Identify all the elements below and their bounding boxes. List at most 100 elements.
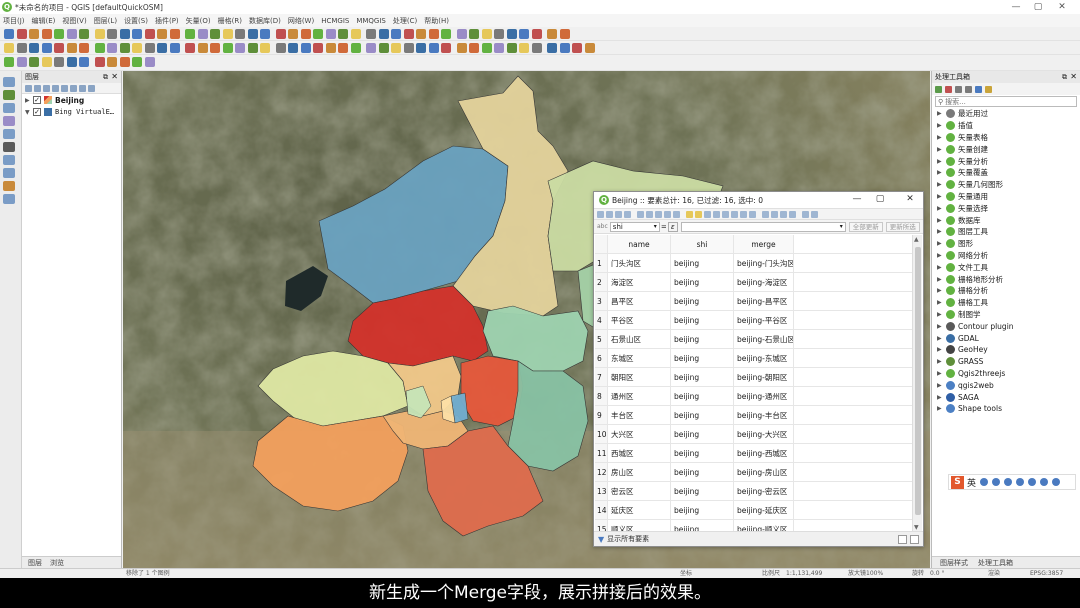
- menu-vector[interactable]: 矢量(O): [186, 16, 211, 26]
- expand-arrow-icon[interactable]: ▶: [937, 323, 946, 330]
- toolbar-button[interactable]: [210, 29, 220, 39]
- cell-merge[interactable]: beijing-东城区: [734, 349, 794, 367]
- toolbar-button[interactable]: [378, 43, 389, 53]
- expand-arrow-icon[interactable]: ▶: [937, 394, 946, 401]
- cell-merge[interactable]: beijing-朝阳区: [734, 368, 794, 386]
- toolbar-button[interactable]: [350, 29, 361, 39]
- toolbar-button[interactable]: [572, 43, 582, 53]
- select-expression-icon[interactable]: [686, 210, 693, 218]
- processing-provider-item[interactable]: ▶ Contour plugin: [932, 320, 1080, 332]
- toolbar-button[interactable]: [169, 43, 180, 53]
- toolbar-button[interactable]: [107, 57, 117, 67]
- cell-name[interactable]: 平谷区: [608, 311, 671, 329]
- microphone-icon[interactable]: [1004, 478, 1013, 486]
- processing-provider-item[interactable]: ▶ GRASS: [932, 356, 1080, 368]
- toolbar-button[interactable]: [107, 43, 117, 53]
- table-row[interactable]: 1 门头沟区 beijing beijing-门头沟区: [595, 254, 913, 273]
- processing-provider-item[interactable]: ▶ Shape tools: [932, 403, 1080, 415]
- cell-shi[interactable]: beijing: [671, 387, 734, 405]
- toolbar-button[interactable]: [235, 43, 245, 53]
- cell-merge[interactable]: beijing-海淀区: [734, 273, 794, 291]
- toolbar-button[interactable]: [169, 29, 180, 39]
- toolbar-button[interactable]: [456, 43, 467, 53]
- toolbar-button[interactable]: [157, 43, 167, 53]
- toolbar-button[interactable]: [275, 43, 286, 53]
- scripts-icon[interactable]: [945, 85, 952, 93]
- toolbar-button[interactable]: [144, 57, 155, 67]
- cell-shi[interactable]: beijing: [671, 444, 734, 462]
- maximize-button[interactable]: ▢: [1028, 0, 1048, 14]
- processing-search-input[interactable]: [945, 97, 1056, 106]
- toolbar-button[interactable]: [547, 29, 557, 39]
- tab-layer-styling[interactable]: 图层样式: [940, 558, 968, 568]
- ime-language-indicator[interactable]: 英: [967, 476, 976, 489]
- cell-shi[interactable]: beijing: [671, 463, 734, 481]
- cell-name[interactable]: 昌平区: [608, 292, 671, 310]
- float-panel-icon[interactable]: ⧉: [103, 71, 108, 83]
- expand-arrow-icon[interactable]: ▶: [937, 346, 946, 353]
- add-virtual-layer-icon[interactable]: [3, 181, 15, 191]
- models-icon[interactable]: [935, 85, 942, 93]
- processing-provider-item[interactable]: ▶ 矢量选择: [932, 202, 1080, 214]
- update-all-button[interactable]: 全部更新: [848, 221, 883, 232]
- toolbar-button[interactable]: [428, 43, 439, 53]
- toolbar-button[interactable]: [531, 43, 542, 53]
- tab-processing-toolbox[interactable]: 处理工具箱: [978, 558, 1013, 568]
- toolbar-button[interactable]: [313, 29, 323, 39]
- toolbar-button[interactable]: [325, 29, 336, 39]
- menu-edit[interactable]: 编辑(E): [32, 16, 56, 26]
- toolbar-button[interactable]: [584, 43, 595, 53]
- menu-database[interactable]: 数据库(D): [249, 16, 281, 26]
- cell-name[interactable]: 丰台区: [608, 406, 671, 424]
- toolbar-button[interactable]: [16, 43, 27, 53]
- expand-arrow-icon[interactable]: ▶: [937, 240, 946, 247]
- toolbar-button[interactable]: [41, 57, 52, 67]
- cell-merge[interactable]: beijing-房山区: [734, 463, 794, 481]
- menu-processing[interactable]: 处理(C): [393, 16, 417, 26]
- toolbar-button[interactable]: [428, 29, 439, 39]
- toolbar-button[interactable]: [54, 57, 64, 67]
- copy-icon[interactable]: [664, 210, 671, 218]
- table-row[interactable]: 3 昌平区 beijing beijing-昌平区: [595, 292, 913, 311]
- filter-icon[interactable]: [722, 210, 729, 218]
- processing-provider-item[interactable]: ▶ 矢量分析: [932, 155, 1080, 167]
- new-field-icon[interactable]: [762, 210, 769, 218]
- add-wfs-icon[interactable]: [3, 155, 15, 165]
- toolbar-button[interactable]: [366, 43, 376, 53]
- cell-shi[interactable]: beijing: [671, 273, 734, 291]
- processing-provider-item[interactable]: ▶ 栅格地形分析: [932, 273, 1080, 285]
- toolbox-icon[interactable]: [1040, 478, 1049, 486]
- processing-provider-item[interactable]: ▶ 矢量表格: [932, 132, 1080, 144]
- cell-shi[interactable]: beijing: [671, 501, 734, 519]
- expand-all-icon[interactable]: [70, 84, 77, 92]
- minimize-button[interactable]: —: [849, 194, 865, 204]
- toolbar-button[interactable]: [94, 43, 105, 53]
- toolbar-button[interactable]: [288, 29, 298, 39]
- show-all-features-button[interactable]: 显示所有要素: [607, 534, 649, 544]
- cell-name[interactable]: 延庆区: [608, 501, 671, 519]
- menu-help[interactable]: 帮助(H): [424, 16, 449, 26]
- toolbar-button[interactable]: [132, 29, 142, 39]
- add-postgis-icon[interactable]: [3, 129, 15, 139]
- expand-arrow-icon[interactable]: ▶: [937, 181, 946, 188]
- cell-name[interactable]: 东城区: [608, 349, 671, 367]
- toolbar-button[interactable]: [247, 29, 258, 39]
- toolbar-button[interactable]: [66, 43, 77, 53]
- toolbar-button[interactable]: [260, 29, 270, 39]
- expand-arrow-icon[interactable]: ▶: [937, 358, 946, 365]
- expand-arrow-icon[interactable]: ▶: [937, 276, 946, 283]
- conditional-format-icon[interactable]: [789, 210, 796, 218]
- toolbar-button[interactable]: [41, 43, 52, 53]
- close-button[interactable]: ✕: [1052, 0, 1072, 14]
- form-view-icon[interactable]: [910, 535, 919, 544]
- expand-arrow-icon[interactable]: ▶: [937, 169, 946, 176]
- toolbar-button[interactable]: [403, 29, 414, 39]
- move-selection-top-icon[interactable]: [731, 210, 738, 218]
- delete-feature-icon[interactable]: [646, 210, 653, 218]
- toolbar-button[interactable]: [235, 29, 245, 39]
- expand-arrow-icon[interactable]: ▶: [937, 134, 946, 141]
- toolbar-button[interactable]: [197, 29, 208, 39]
- toolbar-button[interactable]: [185, 43, 195, 53]
- cell-name[interactable]: 密云区: [608, 482, 671, 500]
- paste-icon[interactable]: [673, 210, 680, 218]
